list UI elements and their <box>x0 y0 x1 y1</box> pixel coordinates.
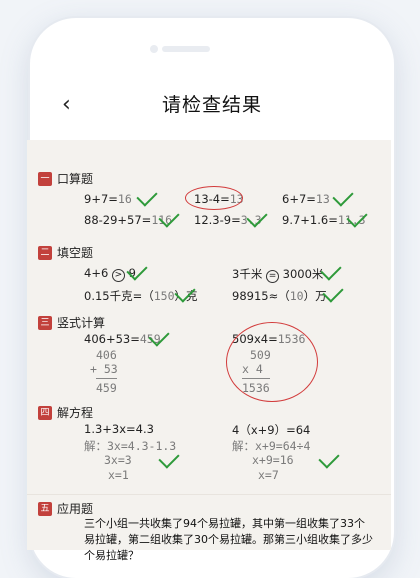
speaker-grille <box>162 46 210 52</box>
section-number: 四 <box>38 405 52 420</box>
work-line: x=1 <box>108 468 129 482</box>
section-label: 口算题 <box>57 172 94 186</box>
camera-dot <box>150 45 158 53</box>
work-line: 解：3x=4.3-1.3 <box>84 439 177 453</box>
section-header-4: 四解方程 <box>38 404 93 421</box>
problem-2-2: 3千米 = 3000米 <box>232 267 324 283</box>
section-label: 竖式计算 <box>57 316 106 330</box>
word-problem-text: 三个小组一共收集了94个易拉罐，其中第一组收集了33个易拉罐，第二组收集了30个… <box>84 517 373 562</box>
problem-1-1: 9+7=16 <box>84 192 132 206</box>
work-line: 459 <box>96 378 117 395</box>
section-number: 二 <box>38 245 52 260</box>
section-header-1: 一口算题 <box>38 170 93 187</box>
problem-4-2: 4（x+9）=64 <box>232 423 311 437</box>
work-line: 406 <box>96 348 117 362</box>
section-header-2: 二填空题 <box>38 244 93 261</box>
work-line: x+9=16 <box>252 453 294 467</box>
problem-1-3: 6+7=13 <box>282 192 330 206</box>
section-header-3: 三竖式计算 <box>38 314 105 331</box>
section-number: 一 <box>38 171 52 186</box>
problem-2-4: 98915≈（10）万 <box>232 289 327 303</box>
page-title: 请检查结果 <box>161 94 262 116</box>
work-line: 解：x+9=64÷4 <box>232 439 311 453</box>
error-circle <box>226 322 318 402</box>
error-circle <box>185 186 243 210</box>
nav-bar: ‹ 请检查结果 <box>30 80 394 130</box>
section-label: 解方程 <box>57 406 94 420</box>
work-line: x=7 <box>258 468 279 482</box>
divider <box>27 494 391 495</box>
section-label: 应用题 <box>57 502 94 516</box>
section-header-5: 五应用题 <box>38 500 93 517</box>
section-label: 填空题 <box>57 246 94 260</box>
work-line: + 53 <box>90 362 118 376</box>
section-number: 五 <box>38 501 52 516</box>
work-line: 3x=3 <box>104 453 132 467</box>
section-number: 三 <box>38 315 52 330</box>
problem-4-1: 1.3+3x=4.3 <box>84 422 154 436</box>
